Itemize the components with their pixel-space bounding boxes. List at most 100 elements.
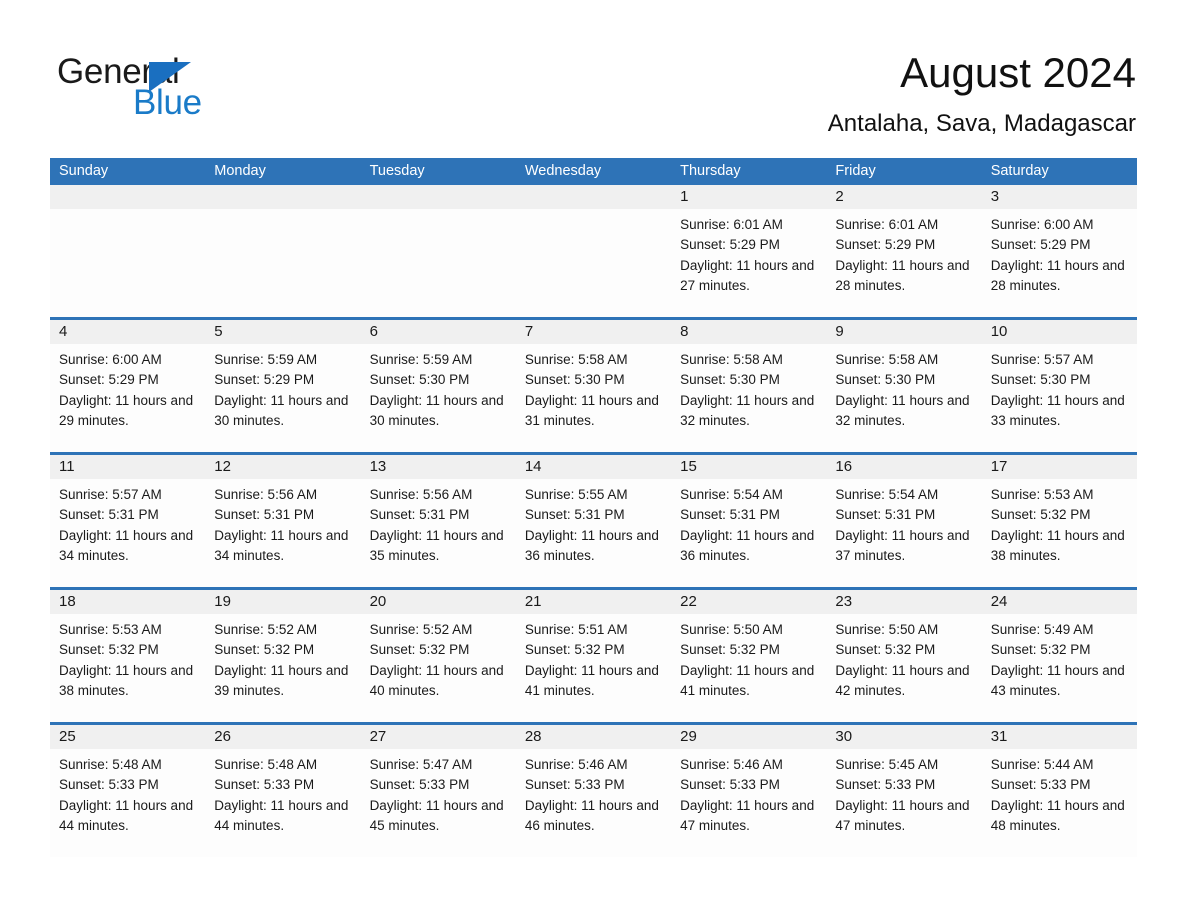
day-number-band: 2 [826,185,982,209]
day-detail: Sunrise: 5:49 AM Sunset: 5:32 PM Daylight:… [982,614,1137,701]
day-number-band: 28 [515,725,672,749]
day-number-band: 26 [205,725,361,749]
sunset-text: Sunset: 5:32 PM [59,642,159,658]
sunset-text: Sunset: 5:32 PM [524,642,625,658]
calendar-day-cell[interactable]: 22 Sunrise: 5:50 AM Sunset: 5:32 PM Dayligh… [671,590,827,722]
day-number-band: 31 [981,725,1137,749]
day-number-band: 18 [50,590,206,614]
day-number: 31 [990,728,1008,745]
calendar-day-cell[interactable]: 17 Sunrise: 5:53 AM Sunset: 5:32 PM Dayligh… [981,455,1137,587]
calendar-day-cell[interactable]: 19 Sunrise: 5:52 AM Sunset: 5:32 PM Dayligh… [205,590,361,722]
day-number-band: 14 [515,455,672,479]
weekday-header-tuesday: Tuesday [369,163,425,179]
day-number: 28 [524,728,542,745]
day-number: 17 [990,458,1008,475]
sunset-text: Sunset: 5:33 PM [59,777,159,793]
sunrise-text: Sunrise: 6:00 AM [990,217,1094,232]
calendar-day-cell[interactable]: 31 Sunrise: 5:44 AM Sunset: 5:33 PM Dayligh… [981,725,1137,857]
sunrise-text: Sunrise: 5:50 AM [680,622,783,637]
calendar-day-cell[interactable]: 15 Sunrise: 5:54 AM Sunset: 5:31 PM Dayligh… [671,455,827,587]
day-number-band [205,185,361,209]
sunrise-text: Sunrise: 5:56 AM [369,487,473,502]
day-number-band: 24 [981,590,1137,614]
sunset-text: Sunset: 5:30 PM [369,372,470,388]
calendar-day-cell[interactable]: 30 Sunrise: 5:45 AM Sunset: 5:33 PM Dayligh… [826,725,982,857]
day-number: 15 [680,458,697,475]
calendar-weeks: 1 Sunrise: 6:01 AM Sunset: 5:29 PM Daylight… [50,185,1137,857]
day-number-band: 13 [360,455,516,479]
daylight-text: Daylight: 11 hours and 44 minutes. [214,797,349,833]
calendar-day-cell[interactable]: 21 Sunrise: 5:51 AM Sunset: 5:32 PM Dayligh… [515,590,672,722]
calendar-day-cell[interactable]: 5 Sunrise: 5:59 AM Sunset: 5:29 PM Daylight… [205,320,361,452]
day-detail: Sunrise: 5:44 AM Sunset: 5:33 PM Daylight:… [982,749,1137,836]
daylight-text: Daylight: 11 hours and 43 minutes. [990,662,1125,698]
day-detail: Sunrise: 6:00 AM Sunset: 5:29 PM Daylight:… [50,344,205,431]
day-detail: Sunrise: 6:01 AM Sunset: 5:29 PM Daylight:… [826,209,981,296]
daylight-text: Daylight: 11 hours and 41 minutes. [680,662,815,698]
sunset-text: Sunset: 5:31 PM [214,507,315,523]
day-number-band: 25 [50,725,206,749]
sunrise-text: Sunrise: 5:48 AM [59,757,162,772]
calendar-day-cell[interactable]: 25 Sunrise: 5:48 AM Sunset: 5:33 PM Dayligh… [50,725,206,857]
calendar-day-cell[interactable]: 13 Sunrise: 5:56 AM Sunset: 5:31 PM Dayligh… [360,455,516,587]
sunrise-text: Sunrise: 5:50 AM [835,622,939,637]
calendar-day-cell[interactable]: 26 Sunrise: 5:48 AM Sunset: 5:33 PM Dayligh… [205,725,361,857]
calendar-day-cell[interactable]: 14 Sunrise: 5:55 AM Sunset: 5:31 PM Dayligh… [515,455,672,587]
sunrise-text: Sunrise: 5:47 AM [369,757,473,772]
sunrise-text: Sunrise: 6:01 AM [835,217,939,232]
calendar-day-cell-empty [50,185,206,317]
calendar-day-cell-empty [515,185,672,317]
day-detail: Sunrise: 5:50 AM Sunset: 5:32 PM Daylight:… [671,614,826,701]
sunset-text: Sunset: 5:30 PM [524,372,625,388]
calendar-day-cell[interactable]: 8 Sunrise: 5:58 AM Sunset: 5:30 PM Daylight… [671,320,827,452]
day-number: 16 [835,458,853,475]
calendar-day-cell[interactable]: 3 Sunrise: 6:00 AM Sunset: 5:29 PM Daylight… [981,185,1137,317]
calendar-day-cell[interactable]: 23 Sunrise: 5:50 AM Sunset: 5:32 PM Dayligh… [826,590,982,722]
sunrise-text: Sunrise: 6:00 AM [59,352,162,367]
calendar-day-cell[interactable]: 12 Sunrise: 5:56 AM Sunset: 5:31 PM Dayligh… [205,455,361,587]
generalblue-logo[interactable]: General Blue [57,52,357,124]
sunrise-text: Sunrise: 5:58 AM [680,352,783,367]
calendar-day-cell[interactable]: 4 Sunrise: 6:00 AM Sunset: 5:29 PM Daylight… [50,320,206,452]
calendar-day-cell[interactable]: 16 Sunrise: 5:54 AM Sunset: 5:31 PM Dayligh… [826,455,982,587]
sunset-text: Sunset: 5:29 PM [59,372,159,388]
calendar-day-cell[interactable]: 24 Sunrise: 5:49 AM Sunset: 5:32 PM Dayligh… [981,590,1137,722]
calendar-day-cell[interactable]: 18 Sunrise: 5:53 AM Sunset: 5:32 PM Dayligh… [50,590,206,722]
sunrise-text: Sunrise: 5:51 AM [524,622,628,637]
sunset-text: Sunset: 5:32 PM [990,507,1091,523]
calendar-day-cell[interactable]: 6 Sunrise: 5:59 AM Sunset: 5:30 PM Daylight… [360,320,516,452]
calendar-day-cell[interactable]: 28 Sunrise: 5:46 AM Sunset: 5:33 PM Dayligh… [515,725,672,857]
calendar-day-cell[interactable]: 9 Sunrise: 5:58 AM Sunset: 5:30 PM Daylight… [826,320,982,452]
calendar-day-cell[interactable]: 11 Sunrise: 5:57 AM Sunset: 5:31 PM Dayligh… [50,455,206,587]
calendar-day-cell[interactable]: 1 Sunrise: 6:01 AM Sunset: 5:29 PM Daylight… [671,185,827,317]
daylight-text: Daylight: 11 hours and 34 minutes. [214,527,349,563]
day-number-band: 11 [50,455,206,479]
day-number-band: 16 [826,455,982,479]
day-detail: Sunrise: 5:53 AM Sunset: 5:32 PM Daylight:… [982,479,1137,566]
sunset-text: Sunset: 5:30 PM [835,372,936,388]
calendar-page: General Blue August 2024 Antalaha, Sava,… [0,0,1188,918]
sunrise-text: Sunrise: 5:59 AM [214,352,318,367]
day-detail: Sunrise: 5:57 AM Sunset: 5:31 PM Daylight:… [50,479,205,566]
day-detail: Sunrise: 5:48 AM Sunset: 5:33 PM Daylight:… [50,749,205,836]
sunrise-text: Sunrise: 5:58 AM [524,352,628,367]
day-number: 9 [835,323,844,340]
daylight-text: Daylight: 11 hours and 36 minutes. [680,527,815,563]
daylight-text: Daylight: 11 hours and 32 minutes. [835,392,970,428]
calendar-day-cell[interactable]: 10 Sunrise: 5:57 AM Sunset: 5:30 PM Dayligh… [981,320,1137,452]
calendar-day-cell[interactable]: 27 Sunrise: 5:47 AM Sunset: 5:33 PM Dayligh… [360,725,516,857]
day-number-band [360,185,516,209]
calendar-day-cell-empty [360,185,516,317]
day-number: 30 [835,728,853,745]
calendar-day-cell[interactable]: 29 Sunrise: 5:46 AM Sunset: 5:33 PM Dayligh… [671,725,827,857]
day-number: 4 [59,323,68,340]
day-number-band [50,185,206,209]
calendar-day-cell[interactable]: 7 Sunrise: 5:58 AM Sunset: 5:30 PM Daylight… [515,320,672,452]
daylight-text: Daylight: 11 hours and 39 minutes. [214,662,349,698]
calendar-day-cell[interactable]: 20 Sunrise: 5:52 AM Sunset: 5:32 PM Dayligh… [360,590,516,722]
weekday-header-monday: Monday [214,163,266,179]
sunset-text: Sunset: 5:32 PM [214,642,315,658]
day-number-band: 7 [515,320,672,344]
calendar-day-cell[interactable]: 2 Sunrise: 6:01 AM Sunset: 5:29 PM Daylight… [826,185,982,317]
day-number-band: 23 [826,590,982,614]
